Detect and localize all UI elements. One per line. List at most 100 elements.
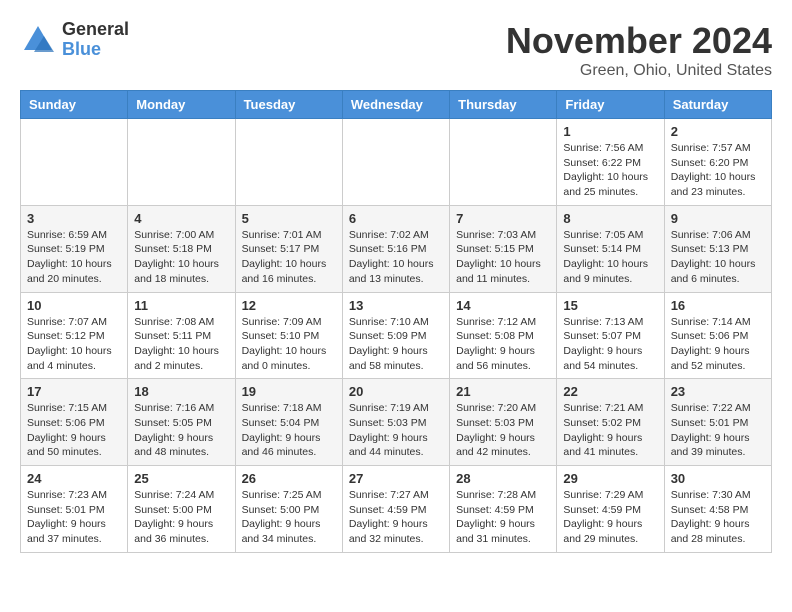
- day-info: Sunrise: 7:20 AM Sunset: 5:03 PM Dayligh…: [456, 401, 550, 460]
- day-number: 14: [456, 298, 550, 313]
- cell-1-5: 8Sunrise: 7:05 AM Sunset: 5:14 PM Daylig…: [557, 205, 664, 292]
- cell-3-2: 19Sunrise: 7:18 AM Sunset: 5:04 PM Dayli…: [235, 379, 342, 466]
- cell-0-6: 2 Sunrise: 7:57 AM Sunset: 6:20 PM Daylig…: [664, 119, 771, 206]
- calendar-header-row: Sunday Monday Tuesday Wednesday Thursday…: [21, 91, 772, 119]
- location: Green, Ohio, United States: [506, 62, 772, 80]
- day-number: 15: [563, 298, 657, 313]
- week-row-4: 24 Sunrise: 7:23 AM Sunset: 5:01 PM Dayli…: [21, 466, 772, 553]
- cell-4-5: 29 Sunrise: 7:29 AM Sunset: 4:59 PM Dayli…: [557, 466, 664, 553]
- week-row-0: 1 Sunrise: 7:56 AM Sunset: 6:22 PM Daylig…: [21, 119, 772, 206]
- logo: General Blue: [20, 20, 129, 60]
- day-info: Sunrise: 7:09 AM Sunset: 5:10 PM Dayligh…: [242, 315, 336, 374]
- day-number: 9: [671, 211, 765, 226]
- cell-2-2: 12Sunrise: 7:09 AM Sunset: 5:10 PM Dayli…: [235, 292, 342, 379]
- logo-text: General Blue: [62, 20, 129, 60]
- calendar-table: Sunday Monday Tuesday Wednesday Thursday…: [20, 90, 772, 553]
- cell-2-4: 14Sunrise: 7:12 AM Sunset: 5:08 PM Dayli…: [450, 292, 557, 379]
- cell-0-5: 1 Sunrise: 7:56 AM Sunset: 6:22 PM Daylig…: [557, 119, 664, 206]
- day-number: 7: [456, 211, 550, 226]
- day-number: 21: [456, 384, 550, 399]
- day-info: Sunrise: 7:13 AM Sunset: 5:07 PM Dayligh…: [563, 315, 657, 374]
- day-number: 17: [27, 384, 121, 399]
- cell-0-3: [342, 119, 449, 206]
- day-number: 30: [671, 471, 765, 486]
- cell-3-0: 17 Sunrise: 7:15 AM Sunset: 5:06 PM Dayli…: [21, 379, 128, 466]
- day-number: 22: [563, 384, 657, 399]
- day-info: Sunrise: 7:03 AM Sunset: 5:15 PM Dayligh…: [456, 228, 550, 287]
- day-number: 20: [349, 384, 443, 399]
- cell-1-6: 9 Sunrise: 7:06 AM Sunset: 5:13 PM Daylig…: [664, 205, 771, 292]
- cell-3-3: 20 Sunrise: 7:19 AM Sunset: 5:03 PM Dayli…: [342, 379, 449, 466]
- day-info: Sunrise: 7:28 AM Sunset: 4:59 PM Dayligh…: [456, 488, 550, 547]
- cell-0-4: [450, 119, 557, 206]
- cell-0-2: [235, 119, 342, 206]
- day-info: Sunrise: 7:14 AM Sunset: 5:06 PM Dayligh…: [671, 315, 765, 374]
- day-info: Sunrise: 7:25 AM Sunset: 5:00 PM Dayligh…: [242, 488, 336, 547]
- day-number: 5: [242, 211, 336, 226]
- cell-4-3: 27 Sunrise: 7:27 AM Sunset: 4:59 PM Dayli…: [342, 466, 449, 553]
- logo-general: General: [62, 20, 129, 40]
- cell-0-0: [21, 119, 128, 206]
- header-friday: Friday: [557, 91, 664, 119]
- day-number: 29: [563, 471, 657, 486]
- day-number: 26: [242, 471, 336, 486]
- cell-1-4: 7 Sunrise: 7:03 AM Sunset: 5:15 PM Daylig…: [450, 205, 557, 292]
- cell-3-6: 23 Sunrise: 7:22 AM Sunset: 5:01 PM Dayli…: [664, 379, 771, 466]
- day-info: Sunrise: 7:05 AM Sunset: 5:14 PM Dayligh…: [563, 228, 657, 287]
- day-number: 13: [349, 298, 443, 313]
- cell-1-3: 6 Sunrise: 7:02 AM Sunset: 5:16 PM Daylig…: [342, 205, 449, 292]
- day-info: Sunrise: 7:08 AM Sunset: 5:11 PM Dayligh…: [134, 315, 228, 374]
- day-number: 28: [456, 471, 550, 486]
- cell-2-1: 11Sunrise: 7:08 AM Sunset: 5:11 PM Dayli…: [128, 292, 235, 379]
- header: General Blue November 2024 Green, Ohio, …: [20, 20, 772, 80]
- header-tuesday: Tuesday: [235, 91, 342, 119]
- day-info: Sunrise: 7:02 AM Sunset: 5:16 PM Dayligh…: [349, 228, 443, 287]
- day-number: 19: [242, 384, 336, 399]
- cell-4-1: 25Sunrise: 7:24 AM Sunset: 5:00 PM Dayli…: [128, 466, 235, 553]
- day-info: Sunrise: 7:15 AM Sunset: 5:06 PM Dayligh…: [27, 401, 121, 460]
- cell-1-0: 3Sunrise: 6:59 AM Sunset: 5:19 PM Daylig…: [21, 205, 128, 292]
- logo-icon: [20, 22, 56, 58]
- day-info: Sunrise: 7:24 AM Sunset: 5:00 PM Dayligh…: [134, 488, 228, 547]
- day-info: Sunrise: 7:30 AM Sunset: 4:58 PM Dayligh…: [671, 488, 765, 547]
- day-info: Sunrise: 7:57 AM Sunset: 6:20 PM Dayligh…: [671, 141, 765, 200]
- week-row-3: 17 Sunrise: 7:15 AM Sunset: 5:06 PM Dayli…: [21, 379, 772, 466]
- day-info: Sunrise: 7:21 AM Sunset: 5:02 PM Dayligh…: [563, 401, 657, 460]
- day-info: Sunrise: 6:59 AM Sunset: 5:19 PM Dayligh…: [27, 228, 121, 287]
- cell-3-5: 22 Sunrise: 7:21 AM Sunset: 5:02 PM Dayli…: [557, 379, 664, 466]
- title-area: November 2024 Green, Ohio, United States: [506, 20, 772, 80]
- logo-blue: Blue: [62, 40, 129, 60]
- day-info: Sunrise: 7:06 AM Sunset: 5:13 PM Dayligh…: [671, 228, 765, 287]
- day-info: Sunrise: 7:56 AM Sunset: 6:22 PM Dayligh…: [563, 141, 657, 200]
- day-number: 23: [671, 384, 765, 399]
- day-number: 2: [671, 124, 765, 139]
- cell-4-0: 24 Sunrise: 7:23 AM Sunset: 5:01 PM Dayli…: [21, 466, 128, 553]
- day-info: Sunrise: 7:00 AM Sunset: 5:18 PM Dayligh…: [134, 228, 228, 287]
- day-number: 27: [349, 471, 443, 486]
- cell-2-0: 10Sunrise: 7:07 AM Sunset: 5:12 PM Dayli…: [21, 292, 128, 379]
- day-number: 10: [27, 298, 121, 313]
- header-monday: Monday: [128, 91, 235, 119]
- cell-4-6: 30 Sunrise: 7:30 AM Sunset: 4:58 PM Dayli…: [664, 466, 771, 553]
- day-number: 16: [671, 298, 765, 313]
- cell-3-4: 21 Sunrise: 7:20 AM Sunset: 5:03 PM Dayli…: [450, 379, 557, 466]
- header-sunday: Sunday: [21, 91, 128, 119]
- day-info: Sunrise: 7:29 AM Sunset: 4:59 PM Dayligh…: [563, 488, 657, 547]
- cell-4-2: 26 Sunrise: 7:25 AM Sunset: 5:00 PM Dayli…: [235, 466, 342, 553]
- day-info: Sunrise: 7:19 AM Sunset: 5:03 PM Dayligh…: [349, 401, 443, 460]
- day-number: 6: [349, 211, 443, 226]
- day-number: 24: [27, 471, 121, 486]
- header-saturday: Saturday: [664, 91, 771, 119]
- week-row-1: 3Sunrise: 6:59 AM Sunset: 5:19 PM Daylig…: [21, 205, 772, 292]
- day-number: 4: [134, 211, 228, 226]
- cell-3-1: 18Sunrise: 7:16 AM Sunset: 5:05 PM Dayli…: [128, 379, 235, 466]
- day-info: Sunrise: 7:22 AM Sunset: 5:01 PM Dayligh…: [671, 401, 765, 460]
- day-info: Sunrise: 7:27 AM Sunset: 4:59 PM Dayligh…: [349, 488, 443, 547]
- day-number: 1: [563, 124, 657, 139]
- cell-1-2: 5 Sunrise: 7:01 AM Sunset: 5:17 PM Daylig…: [235, 205, 342, 292]
- header-wednesday: Wednesday: [342, 91, 449, 119]
- week-row-2: 10Sunrise: 7:07 AM Sunset: 5:12 PM Dayli…: [21, 292, 772, 379]
- day-info: Sunrise: 7:01 AM Sunset: 5:17 PM Dayligh…: [242, 228, 336, 287]
- day-info: Sunrise: 7:23 AM Sunset: 5:01 PM Dayligh…: [27, 488, 121, 547]
- cell-0-1: [128, 119, 235, 206]
